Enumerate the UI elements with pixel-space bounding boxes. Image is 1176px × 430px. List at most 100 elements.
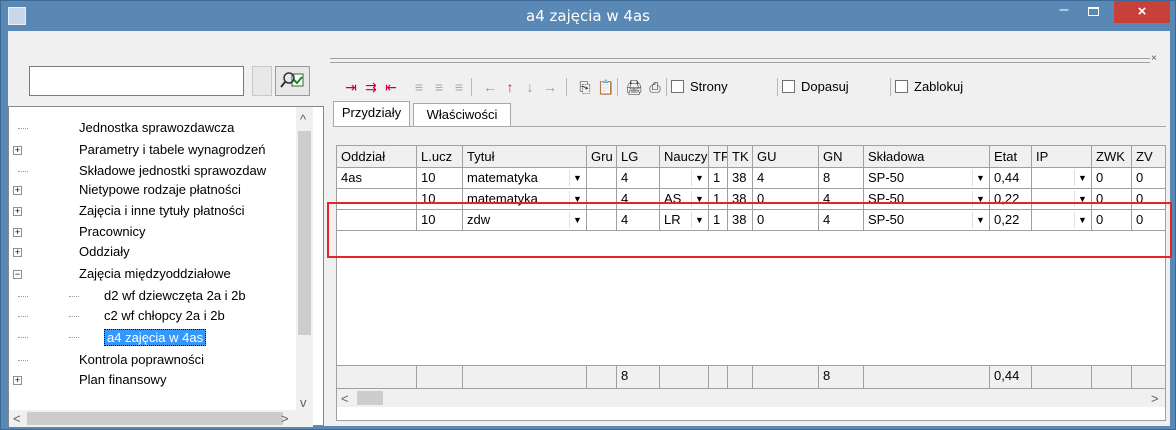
append-row-icon[interactable]: ⇉ <box>360 77 382 97</box>
dropdown-arrow-icon[interactable]: ▼ <box>691 170 707 186</box>
scroll-right-icon[interactable]: > <box>1151 392 1159 405</box>
grid-cell[interactable]: 0 <box>1132 189 1165 210</box>
tree-expander-icon[interactable]: + <box>13 248 22 257</box>
grid-cell[interactable] <box>337 210 417 231</box>
grid-cell[interactable]: 10 <box>417 168 463 189</box>
tree-item[interactable]: + Nietypowe rodzaje płatności <box>9 182 294 199</box>
disabled-icon-1[interactable]: ≡ <box>408 77 430 97</box>
grid-cell[interactable]: 38 <box>728 189 753 210</box>
grid-cell[interactable]: 4 <box>617 189 660 210</box>
grid-cell[interactable]: 0,44 <box>990 168 1032 189</box>
grid-hthumb[interactable] <box>357 391 383 405</box>
tree-item[interactable]: + Pracownicy <box>9 224 294 241</box>
toolbar-grip[interactable] <box>330 58 1150 63</box>
grid-cell[interactable]: 1 <box>709 168 728 189</box>
assignments-grid[interactable]: Oddział L.ucz Tytuł Gru LG Nauczy TP TK GU GN Skła… <box>336 145 1166 421</box>
insert-before-icon[interactable]: ⇤ <box>380 77 402 97</box>
grid-cell[interactable]: 0,22 <box>990 210 1032 231</box>
tree-expander-icon[interactable]: + <box>13 146 22 155</box>
dropdown-arrow-icon[interactable]: ▼ <box>972 212 988 228</box>
checkbox-dopasuj[interactable] <box>782 80 795 93</box>
tree-thumb[interactable] <box>298 131 311 335</box>
title-bar[interactable]: a4 zajęcia w 4as – × <box>1 1 1175 31</box>
tab-properties[interactable]: Właściwości <box>413 103 511 126</box>
tree-item[interactable]: + Zajęcia i inne tytuły płatności <box>9 203 294 220</box>
dropdown-arrow-icon[interactable]: ▼ <box>1074 212 1090 228</box>
grid-cell[interactable]: zdw ▼ <box>463 210 587 231</box>
grid-cell[interactable] <box>587 168 617 189</box>
tree-item[interactable]: Jednostka sprawozdawcza <box>9 120 294 137</box>
dropdown-arrow-icon[interactable]: ▼ <box>1074 170 1090 186</box>
insert-row-icon[interactable]: ⇥ <box>340 77 362 97</box>
scroll-up-icon[interactable]: ^ <box>300 113 306 126</box>
dropdown-arrow-icon[interactable]: ▼ <box>972 170 988 186</box>
tree-item[interactable]: Składowe jednostki sprawozdaw <box>9 163 294 180</box>
grid-cell[interactable]: 0 <box>1092 189 1132 210</box>
tree-item[interactable]: c2 wf chłopcy 2a i 2b <box>9 308 294 325</box>
paste-icon[interactable]: 📋 <box>595 77 617 97</box>
grid-cell[interactable]: AS ▼ <box>660 189 709 210</box>
grid-cell[interactable] <box>587 210 617 231</box>
grid-cell[interactable]: LR ▼ <box>660 210 709 231</box>
grid-cell[interactable] <box>587 189 617 210</box>
dropdown-arrow-icon[interactable]: ▼ <box>569 212 585 228</box>
grid-cell[interactable]: 1 <box>709 189 728 210</box>
maximize-button[interactable] <box>1079 1 1107 23</box>
navigation-tree[interactable]: Jednostka sprawozdawcza + Parametry i tabe… <box>8 106 324 427</box>
grid-cell[interactable]: 0 <box>753 210 819 231</box>
disabled-icon-3[interactable]: ≡ <box>448 77 470 97</box>
scroll-down-icon[interactable]: v <box>300 396 307 409</box>
grid-cell[interactable]: 0 <box>1132 210 1165 231</box>
scroll-left-icon[interactable]: < <box>13 412 21 425</box>
arrow-left-icon[interactable]: ← <box>479 77 501 97</box>
tree-item[interactable]: Kontrola poprawności <box>9 352 294 369</box>
grid-cell[interactable]: matematyka ▼ <box>463 189 587 210</box>
tree-item[interactable]: − Zajęcia międzyoddziałowe <box>9 266 294 283</box>
dropdown-arrow-icon[interactable]: ▼ <box>569 191 585 207</box>
close-button[interactable]: × <box>1114 1 1170 23</box>
arrow-down-icon[interactable]: ↓ <box>519 77 541 97</box>
grid-cell[interactable]: 0 <box>1092 168 1132 189</box>
grid-cell[interactable]: 38 <box>728 168 753 189</box>
tree-expander-icon[interactable]: + <box>13 207 22 216</box>
grid-cell[interactable]: 0 <box>753 189 819 210</box>
tree-item[interactable]: a4 zajęcia w 4as <box>9 329 294 346</box>
grid-cell[interactable]: 10 <box>417 210 463 231</box>
grid-cell[interactable]: 10 <box>417 189 463 210</box>
dropdown-arrow-icon[interactable]: ▼ <box>1074 191 1090 207</box>
grid-cell[interactable]: 4 <box>819 210 864 231</box>
tree-hthumb[interactable] <box>27 412 283 425</box>
tree-item[interactable]: + Plan finansowy <box>9 372 294 389</box>
grid-cell[interactable]: SP-50 ▼ <box>864 168 990 189</box>
grid-cell[interactable]: ▼ <box>1032 210 1092 231</box>
grid-cell[interactable]: SP-50 ▼ <box>864 210 990 231</box>
checkbox-strony[interactable] <box>671 80 684 93</box>
grid-cell[interactable]: 0 <box>1132 168 1165 189</box>
tab-assignments[interactable]: Przydziały <box>333 101 410 126</box>
scroll-left-icon[interactable]: < <box>341 392 349 405</box>
dropdown-arrow-icon[interactable]: ▼ <box>569 170 585 186</box>
grid-cell[interactable]: 4as <box>337 168 417 189</box>
grid-cell[interactable]: 8 <box>819 168 864 189</box>
dropdown-arrow-icon[interactable]: ▼ <box>691 191 707 207</box>
tree-item[interactable]: d2 wf dziewczęta 2a i 2b <box>9 288 294 305</box>
dropdown-arrow-icon[interactable]: ▼ <box>691 212 707 228</box>
grid-cell[interactable]: ▼ <box>1032 168 1092 189</box>
grid-cell[interactable]: 0,22 <box>990 189 1032 210</box>
arrow-up-icon[interactable]: ↑ <box>499 77 521 97</box>
grid-hscroll[interactable] <box>337 389 1165 407</box>
dropdown-arrow-icon[interactable]: ▼ <box>972 191 988 207</box>
checkbox-zablokuj[interactable] <box>895 80 908 93</box>
grid-cell[interactable]: ▼ <box>1032 189 1092 210</box>
tree-expander-icon[interactable]: + <box>13 186 22 195</box>
tree-expander-icon[interactable]: + <box>13 228 22 237</box>
tree-expander-icon[interactable]: + <box>13 376 22 385</box>
copy-icon[interactable]: ⎘ <box>574 77 596 97</box>
search-input[interactable] <box>29 66 244 96</box>
grid-cell[interactable]: 4 <box>819 189 864 210</box>
minimize-button[interactable]: – <box>1050 1 1078 23</box>
grid-cell[interactable]: SP-50 ▼ <box>864 189 990 210</box>
grid-cell[interactable]: 4 <box>617 210 660 231</box>
tree-item[interactable]: + Parametry i tabele wynagrodzeń <box>9 142 294 159</box>
scroll-right-icon[interactable]: > <box>281 412 289 425</box>
